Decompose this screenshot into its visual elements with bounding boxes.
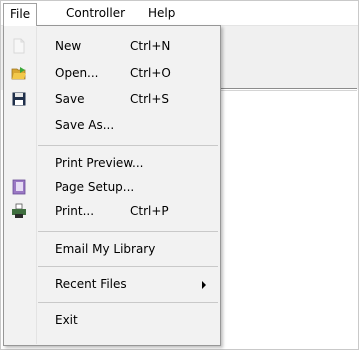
menu-item-label: Print Preview...: [55, 156, 144, 170]
open-folder-icon: [11, 65, 27, 81]
new-document-icon: [11, 38, 27, 54]
menu-item-print-preview[interactable]: Print Preview...: [5, 152, 219, 174]
menu-item-label: Recent Files: [55, 277, 127, 291]
menu-item-email-my-library[interactable]: Email My Library: [5, 238, 219, 260]
menu-item-save[interactable]: Save Ctrl+S: [5, 88, 219, 110]
submenu-arrow-icon: [202, 281, 206, 289]
menu-item-label: Page Setup...: [55, 180, 135, 194]
save-disk-icon: [11, 91, 27, 107]
menu-separator: [38, 145, 218, 146]
menu-item-shortcut: Ctrl+N: [130, 39, 171, 53]
menu-item-label: Print...: [55, 204, 95, 218]
menu-item-label: Open...: [55, 66, 99, 80]
menu-item-label: Save: [55, 92, 85, 106]
menu-item-exit[interactable]: Exit: [5, 309, 219, 331]
menu-separator: [38, 231, 218, 232]
menu-item-open[interactable]: Open... Ctrl+O: [5, 62, 219, 84]
menu-item-label: New: [55, 39, 82, 53]
page-setup-icon: [11, 179, 27, 195]
menu-bar: File Controller Help: [1, 1, 358, 26]
menu-item-recent-files[interactable]: Recent Files: [5, 273, 219, 295]
menu-separator: [38, 302, 218, 303]
menu-item-new[interactable]: New Ctrl+N: [5, 35, 219, 57]
menu-item-shortcut: Ctrl+O: [130, 66, 171, 80]
menu-help[interactable]: Help: [141, 4, 182, 22]
menu-item-shortcut: Ctrl+S: [130, 92, 170, 106]
menu-item-label: Exit: [55, 313, 78, 327]
menu-separator: [38, 266, 218, 267]
printer-icon: [11, 203, 27, 219]
menu-item-shortcut: Ctrl+P: [130, 204, 169, 218]
menu-item-label: Email My Library: [55, 242, 156, 256]
menu-item-label: Save As...: [55, 118, 115, 132]
menu-item-print[interactable]: Print... Ctrl+P: [5, 200, 219, 222]
menu-file[interactable]: File: [3, 3, 38, 26]
menu-controller[interactable]: Controller: [59, 4, 132, 22]
menu-item-page-setup[interactable]: Page Setup...: [5, 176, 219, 198]
menu-item-save-as[interactable]: Save As...: [5, 114, 219, 136]
file-menu-dropdown: New Ctrl+N Open... Ctrl+O Save Ctrl+S Sa…: [3, 25, 221, 346]
